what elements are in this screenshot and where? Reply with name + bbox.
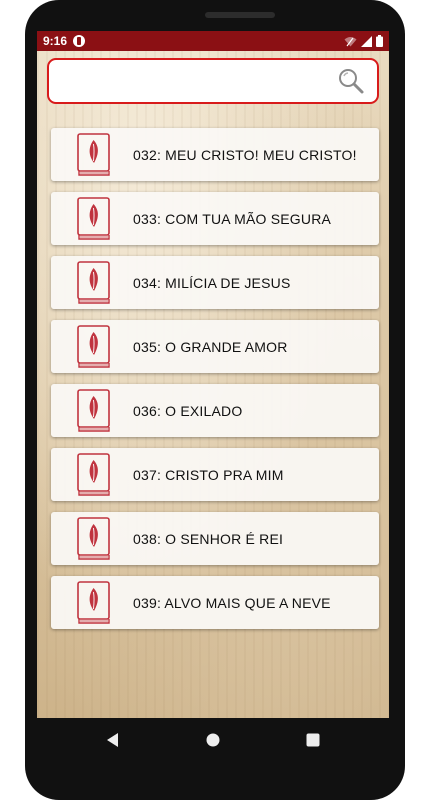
hymn-title: 035: O GRANDE AMOR	[133, 338, 288, 355]
back-icon	[107, 733, 118, 747]
battery-icon	[376, 35, 383, 47]
hymnal-book-icon	[77, 324, 110, 368]
status-time: 9:16	[43, 34, 68, 48]
search-bar[interactable]	[47, 58, 379, 104]
hymn-title: 032: MEU CRISTO! MEU CRISTO!	[133, 146, 357, 163]
hymn-list-item[interactable]: 035: O GRANDE AMOR	[51, 320, 379, 373]
recents-icon	[306, 733, 320, 747]
home-button[interactable]	[203, 730, 223, 750]
notification-icon	[73, 35, 86, 47]
status-bar: 9:16	[37, 31, 389, 51]
hymn-list-item[interactable]: 039: ALVO MAIS QUE A NEVE	[51, 576, 379, 629]
hymn-title: 037: CRISTO PRA MIM	[133, 466, 284, 483]
hymn-list-item[interactable]: 032: MEU CRISTO! MEU CRISTO!	[51, 128, 379, 181]
hymn-title: 036: O EXILADO	[133, 402, 243, 419]
signal-icon	[361, 35, 372, 47]
hymn-list-item[interactable]: 033: COM TUA MÃO SEGURA	[51, 192, 379, 245]
back-button[interactable]	[103, 730, 123, 750]
speaker-grille	[205, 12, 275, 18]
hymnal-book-icon	[77, 196, 110, 240]
hymn-list-item[interactable]: 036: O EXILADO	[51, 384, 379, 437]
hymnal-book-icon	[77, 452, 110, 496]
recents-button[interactable]	[303, 730, 323, 750]
hymnal-book-icon	[77, 388, 110, 432]
search-icon[interactable]	[337, 67, 365, 95]
hymn-title: 034: MILÍCIA DE JESUS	[133, 274, 291, 291]
home-icon	[206, 733, 220, 747]
app-screen: 9:16 032: MEU CRISTO! MEU CRISTO! 033: CO…	[37, 31, 389, 718]
wifi-icon	[344, 36, 357, 46]
hymnal-book-icon	[77, 516, 110, 560]
hymn-title: 039: ALVO MAIS QUE A NEVE	[133, 594, 331, 611]
hymnal-book-icon	[77, 132, 110, 176]
hymnal-book-icon	[77, 580, 110, 624]
hymn-list: 032: MEU CRISTO! MEU CRISTO! 033: COM TUA…	[51, 128, 379, 640]
hymn-list-item[interactable]: 037: CRISTO PRA MIM	[51, 448, 379, 501]
status-icons	[344, 35, 383, 47]
hymn-title: 033: COM TUA MÃO SEGURA	[133, 210, 332, 227]
hymn-list-item[interactable]: 038: O SENHOR É REI	[51, 512, 379, 565]
navigation-bar	[37, 718, 389, 762]
hymnal-book-icon	[77, 260, 110, 304]
search-input[interactable]	[49, 60, 337, 102]
hymn-list-item[interactable]: 034: MILÍCIA DE JESUS	[51, 256, 379, 309]
hymn-title: 038: O SENHOR É REI	[133, 530, 284, 547]
